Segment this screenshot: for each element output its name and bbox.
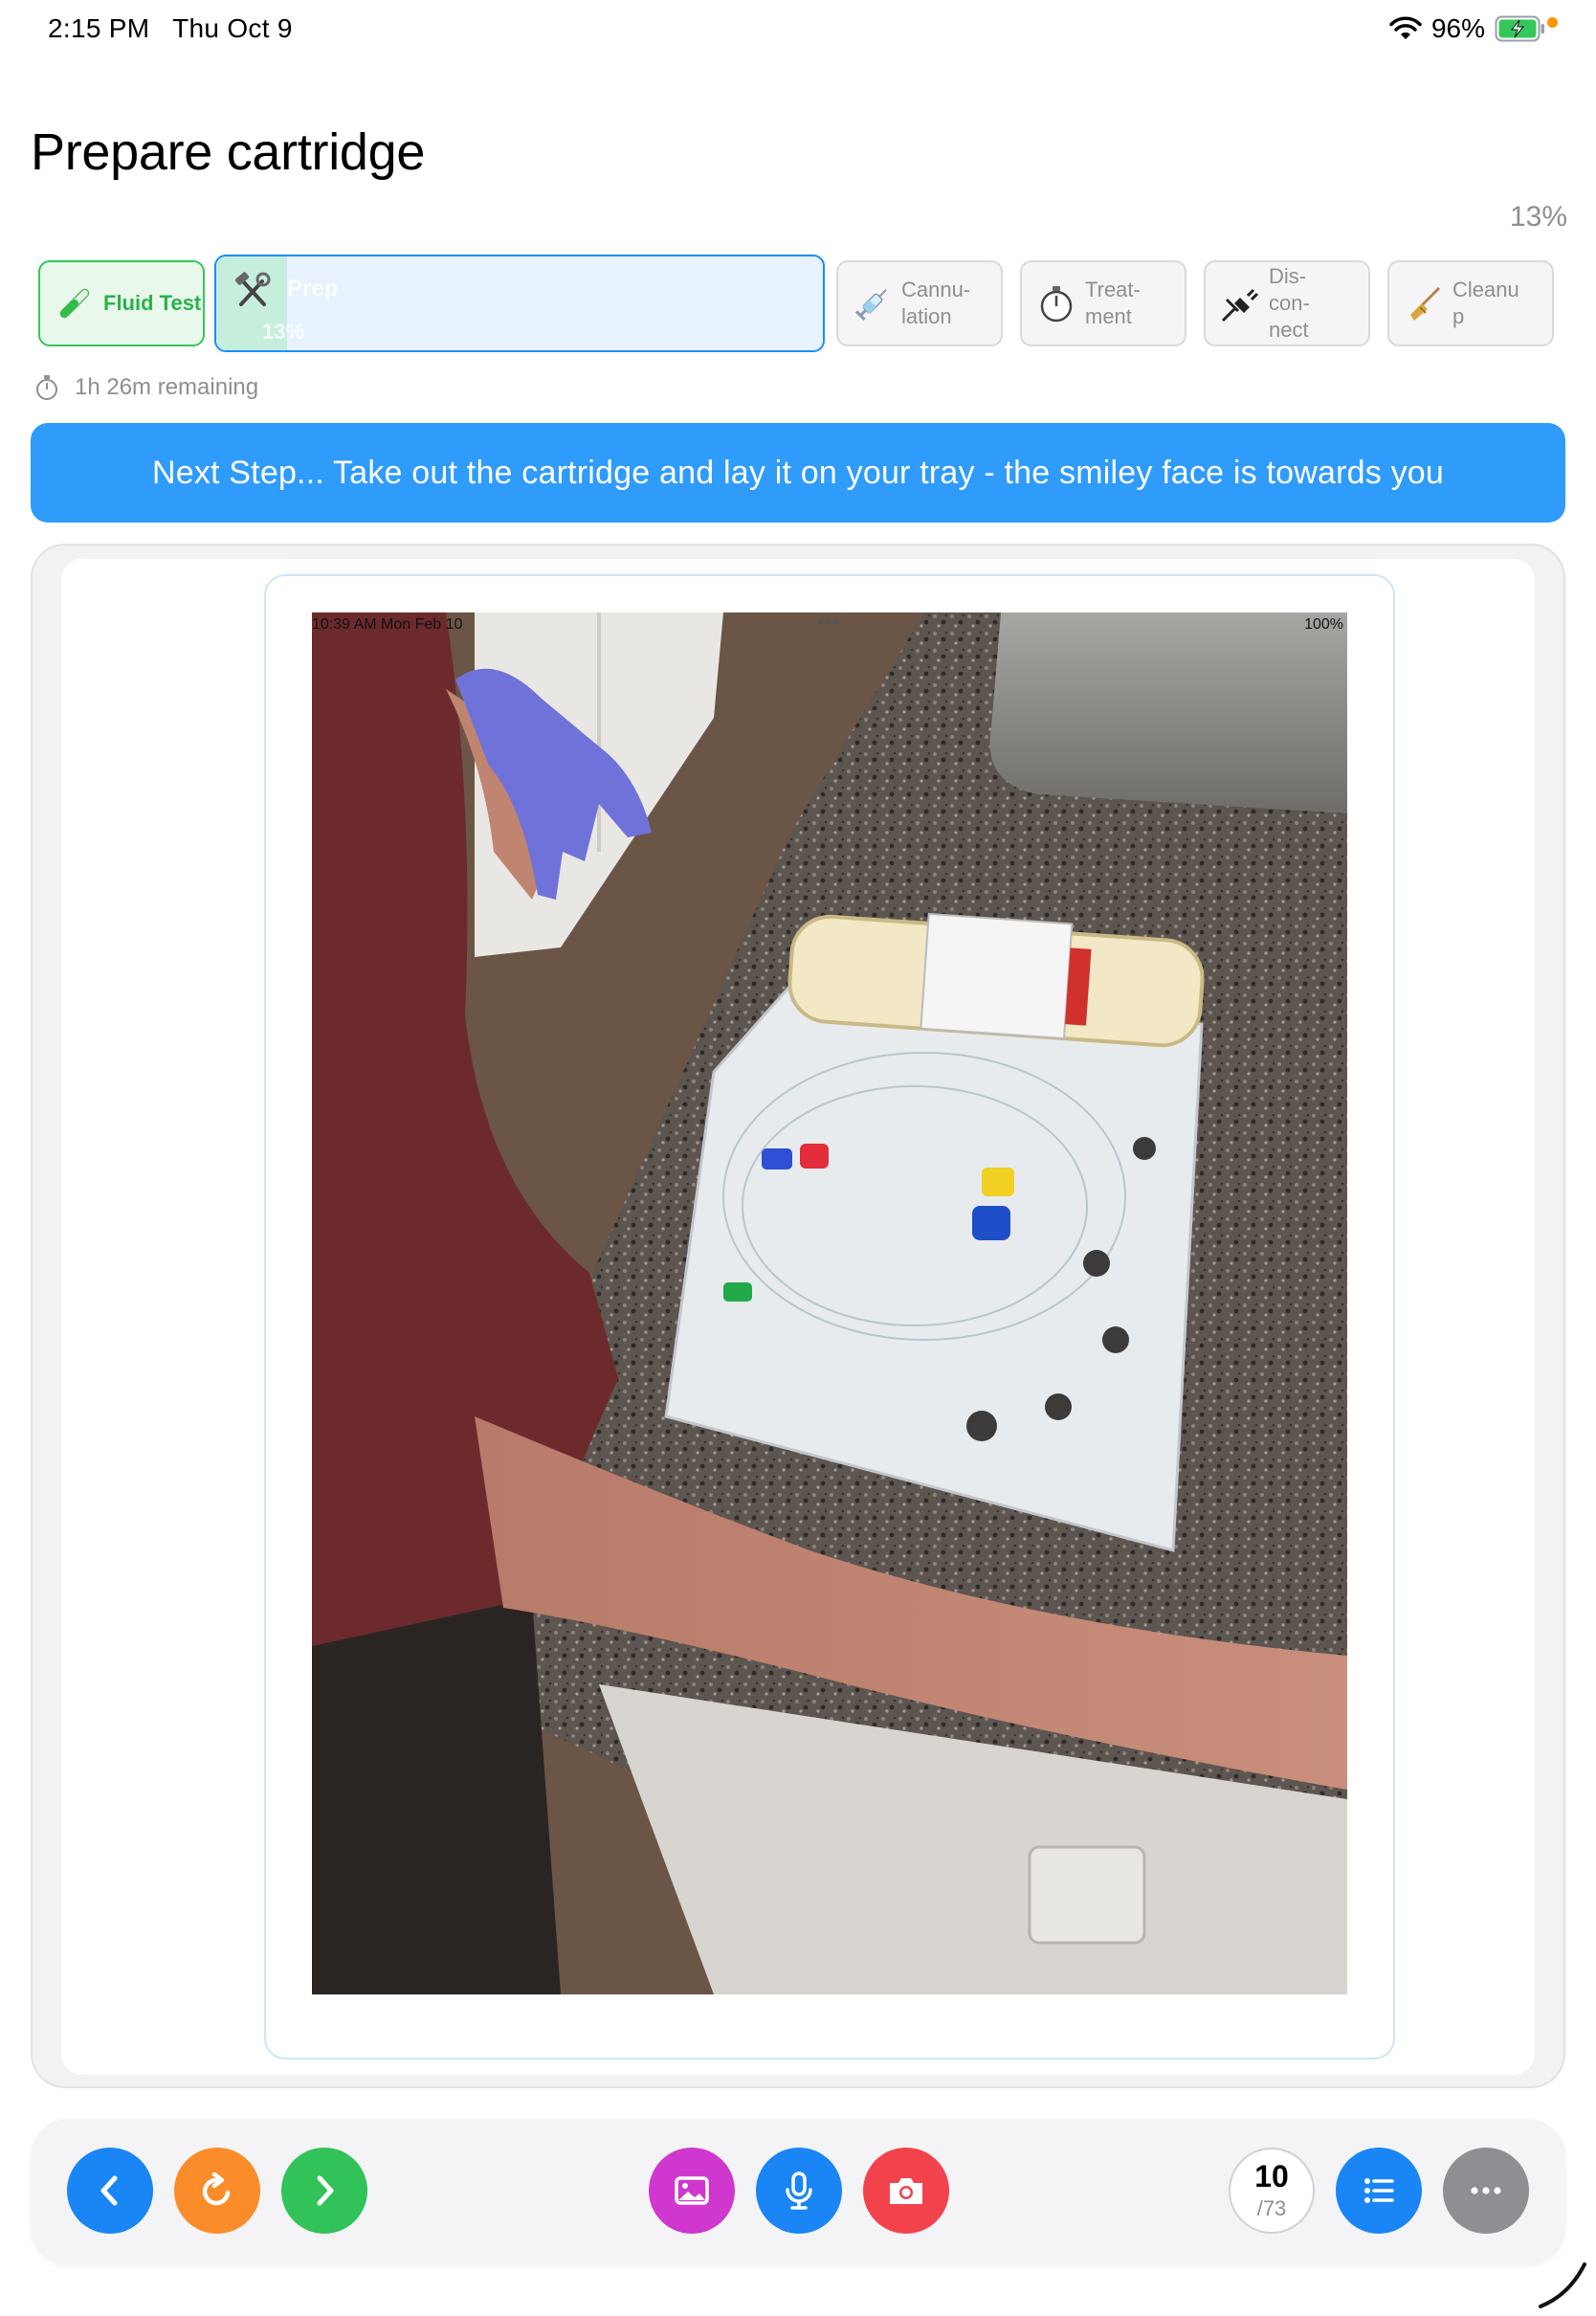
step-label: Cleanu p (1452, 278, 1519, 328)
home-indicator-arc (1539, 2262, 1586, 2308)
step-tab-treatment[interactable]: Treat- ment (1020, 260, 1186, 346)
bottom-toolbar: 10 /73 (31, 2119, 1565, 2264)
camera-icon (890, 2178, 922, 2204)
step-tab-disconnect[interactable]: Dis- con- nect (1204, 260, 1370, 346)
status-indicators: 96% (1389, 13, 1546, 44)
wifi-icon (1389, 16, 1422, 39)
next-step-text: Next Step... Take out the cartridge and … (151, 454, 1445, 491)
step-label: Prep (287, 276, 339, 301)
step-tab-cleanup[interactable]: Cleanu p (1387, 260, 1554, 346)
unplug-icon (1221, 288, 1259, 323)
chevron-left-icon (100, 2175, 118, 2206)
step-label: Dis- con- nect (1269, 264, 1310, 342)
step-tab-fluid-test[interactable]: Fluid Test (38, 260, 205, 346)
step-label: Cannu- lation (901, 278, 971, 328)
instruction-photo[interactable]: 10:39 AM Mon Feb 10 ••• 100% (312, 612, 1347, 1994)
hammer-wrench-icon (234, 272, 271, 306)
battery-percent: 96% (1430, 13, 1485, 43)
photo-frame[interactable]: 10:39 AM Mon Feb 10 ••• 100% (264, 574, 1395, 2060)
time-remaining: 1h 26m remaining (33, 373, 258, 402)
camera-button[interactable] (863, 2148, 949, 2234)
step-counter[interactable]: 10 /73 (1229, 2148, 1315, 2234)
next-step-banner[interactable]: Next Step... Take out the cartridge and … (31, 423, 1565, 523)
more-icon (1471, 2187, 1501, 2194)
step-list-button[interactable] (1336, 2148, 1422, 2234)
media-card-inner: 10:39 AM Mon Feb 10 ••• 100% (61, 559, 1535, 2075)
step-progress-label: 13% (262, 320, 305, 344)
current-step-number: 10 (1254, 2159, 1289, 2194)
clock-date: Thu Oct 9 (172, 13, 293, 43)
step-label: Fluid Test (103, 291, 202, 315)
chevron-right-icon (317, 2175, 334, 2206)
battery-charging-icon (1495, 15, 1544, 42)
status-bar: 2:15 PM Thu Oct 9 96% (0, 0, 1596, 61)
next-step-button[interactable] (281, 2148, 367, 2234)
gallery-button[interactable] (649, 2148, 735, 2234)
refresh-icon (202, 2171, 231, 2206)
remaining-text: 1h 26m remaining (75, 374, 259, 400)
total-steps: /73 (1256, 2196, 1287, 2220)
photo-icon (675, 2176, 709, 2205)
syringe-icon (854, 289, 887, 322)
privacy-indicator (1547, 17, 1558, 28)
stopwatch-icon (1040, 286, 1073, 323)
photo-status-dots: ••• (817, 612, 841, 634)
stopwatch-icon (36, 375, 57, 400)
more-options-button[interactable] (1443, 2148, 1529, 2234)
photo-illustration (312, 612, 1347, 1994)
microphone-button[interactable] (756, 2148, 842, 2234)
test-tube-icon (59, 288, 90, 319)
clock-time: 2:15 PM (48, 13, 150, 43)
list-icon (1364, 2178, 1394, 2203)
microphone-icon (786, 2171, 812, 2210)
photo-status-battery: 100% (1304, 616, 1343, 633)
photo-status-time: 10:39 AM Mon Feb 10 (312, 616, 463, 633)
step-label: Treat- ment (1085, 278, 1141, 328)
step-tab-prep[interactable]: Prep 13% (214, 255, 825, 352)
media-card: 10:39 AM Mon Feb 10 ••• 100% (31, 544, 1565, 2088)
step-tab-cannulation[interactable]: Cannu- lation (836, 260, 1003, 346)
overall-progress-percent: 13% (1509, 201, 1567, 233)
status-time: 2:15 PM Thu Oct 9 (48, 13, 293, 44)
repeat-step-button[interactable] (174, 2148, 260, 2234)
page-title: Prepare cartridge (31, 123, 426, 181)
previous-step-button[interactable] (67, 2148, 153, 2234)
step-tabs: Fluid Test Prep 13% Cannu- lation Treat-… (38, 255, 1560, 352)
broom-icon (1410, 286, 1441, 321)
